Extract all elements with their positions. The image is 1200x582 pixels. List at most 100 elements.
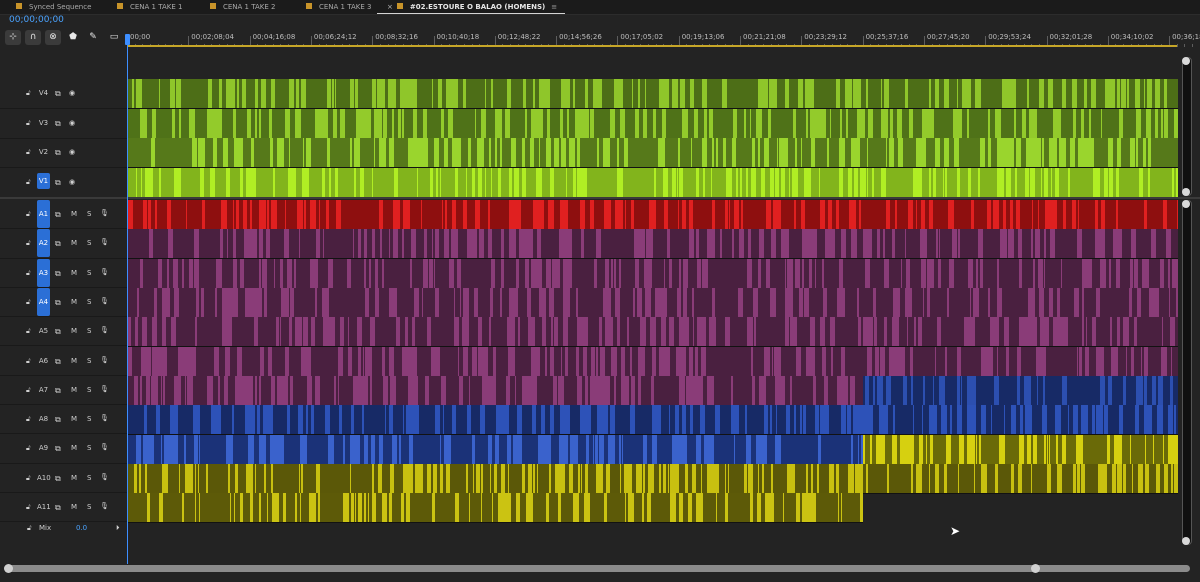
tab-menu-icon[interactable]: ≡ <box>551 3 557 11</box>
sync-lock-icon[interactable]: ⧉ <box>55 239 61 249</box>
mute-button[interactable]: M <box>71 239 77 247</box>
solo-button[interactable]: S <box>87 239 91 247</box>
voice-over-mic-icon[interactable]: 🎙︎ <box>100 326 109 334</box>
audio-track-header[interactable]: 🔓︎ A11 ⧉ M S 🎙︎ <box>0 493 127 523</box>
track-lock-icon[interactable]: 🔓︎ <box>26 298 31 307</box>
audio-track-header[interactable]: 🔓︎ A9 ⧉ M S 🎙︎ <box>0 434 127 464</box>
mix-expand-icon[interactable]: ⏵︎ <box>116 524 120 533</box>
sync-lock-icon[interactable]: ⧉ <box>55 210 61 220</box>
mute-button[interactable]: M <box>71 357 77 365</box>
voice-over-mic-icon[interactable]: 🎙︎ <box>100 238 109 246</box>
track-lock-icon[interactable]: 🔓︎ <box>26 89 31 98</box>
clip-lane-a9-right[interactable] <box>863 435 1178 465</box>
mix-lock-icon[interactable]: 🔓︎ <box>27 524 32 533</box>
track-name[interactable]: A8 <box>37 415 50 423</box>
voice-over-mic-icon[interactable]: 🎙︎ <box>100 209 109 217</box>
video-track-header[interactable]: 🔓︎ V3 ⧉ ◉ <box>0 109 127 139</box>
mute-button[interactable]: M <box>71 415 77 423</box>
track-name[interactable]: A10 <box>37 474 51 482</box>
sync-lock-icon[interactable]: ⧉ <box>55 298 61 308</box>
video-track-header[interactable]: 🔓︎ V2 ⧉ ◉ <box>0 138 127 168</box>
track-lock-icon[interactable]: 🔓︎ <box>26 415 31 424</box>
clip-lane-a11[interactable] <box>128 493 863 523</box>
audio-track-header[interactable]: 🔓︎ A6 ⧉ M S 🎙︎ <box>0 347 127 376</box>
track-name[interactable]: A3 <box>37 258 50 287</box>
audio-track-header[interactable]: 🔓︎ A8 ⧉ M S 🎙︎ <box>0 405 127 435</box>
toggle-output-eye-icon[interactable]: ◉ <box>69 178 75 186</box>
sync-lock-icon[interactable]: ⧉ <box>55 178 61 188</box>
clip-lane-a7[interactable] <box>128 376 863 406</box>
playhead-timecode[interactable]: 00;00;00;00 <box>9 15 64 25</box>
sync-lock-icon[interactable]: ⧉ <box>55 269 61 279</box>
audio-track-header[interactable]: 🔓︎ A5 ⧉ M S 🎙︎ <box>0 317 127 347</box>
mute-button[interactable]: M <box>71 327 77 335</box>
solo-button[interactable]: S <box>87 357 91 365</box>
clip-lane-v1[interactable] <box>128 168 1178 198</box>
solo-button[interactable]: S <box>87 386 91 394</box>
sync-lock-icon[interactable]: ⧉ <box>55 474 61 484</box>
clip-lane-a10[interactable] <box>128 464 1178 494</box>
snap-magnet-icon[interactable]: ∩ <box>25 30 41 45</box>
sequence-tab[interactable]: × #02.ESTOURE O BALAO (HOMENS) ≡ <box>377 0 566 14</box>
voice-over-mic-icon[interactable]: 🎙︎ <box>100 356 109 364</box>
voice-over-mic-icon[interactable]: 🎙︎ <box>100 268 109 276</box>
solo-button[interactable]: S <box>87 415 91 423</box>
audio-track-header[interactable]: 🔓︎ A4 ⧉ M S 🎙︎ <box>0 287 127 318</box>
sequence-tab[interactable]: CENA 1 TAKE 1 <box>117 0 182 14</box>
track-name[interactable]: A5 <box>37 327 50 335</box>
track-lock-icon[interactable]: 🔓︎ <box>26 119 31 128</box>
toggle-output-eye-icon[interactable]: ◉ <box>69 89 75 97</box>
add-marker-icon[interactable]: ⬟ <box>65 30 81 45</box>
solo-button[interactable]: S <box>87 503 91 511</box>
track-name[interactable]: A4 <box>37 287 50 316</box>
nest-toggle-icon[interactable]: ⊹ <box>5 30 21 45</box>
voice-over-mic-icon[interactable]: 🎙︎ <box>100 473 109 481</box>
sync-lock-icon[interactable]: ⧉ <box>55 327 61 337</box>
video-vertical-scrollbar[interactable] <box>1182 57 1192 196</box>
scrollbar-handle-top[interactable] <box>1182 200 1190 208</box>
voice-over-mic-icon[interactable]: 🎙︎ <box>100 414 109 422</box>
video-track-header[interactable]: 🔓︎ V1 ⧉ ◉ <box>0 168 127 198</box>
track-name[interactable]: V3 <box>37 119 50 127</box>
clip-lane-a7-right[interactable] <box>863 376 1178 406</box>
track-lock-icon[interactable]: 🔓︎ <box>26 178 31 187</box>
sync-lock-icon[interactable]: ⧉ <box>55 415 61 425</box>
track-lock-icon[interactable]: 🔓︎ <box>26 269 31 278</box>
audio-track-header[interactable]: 🔓︎ A7 ⧉ M S 🎙︎ <box>0 376 127 406</box>
track-lock-icon[interactable]: 🔓︎ <box>26 357 31 366</box>
audio-vertical-scrollbar[interactable] <box>1182 200 1192 545</box>
track-lock-icon[interactable]: 🔓︎ <box>26 327 31 336</box>
horizontal-zoom-scrollbar[interactable] <box>4 564 1190 573</box>
mute-button[interactable]: M <box>71 269 77 277</box>
timeline-tracks-area[interactable] <box>128 50 1180 550</box>
clip-lane-a4[interactable] <box>128 288 1178 318</box>
zoom-handle-right[interactable] <box>1031 564 1040 573</box>
clip-lane-a5[interactable] <box>128 317 1178 347</box>
clip-lane-v2[interactable] <box>128 138 1178 168</box>
track-lock-icon[interactable]: 🔓︎ <box>26 444 31 453</box>
video-track-header[interactable]: 🔓︎ V4 ⧉ ◉ <box>0 79 127 109</box>
voice-over-mic-icon[interactable]: 🎙︎ <box>100 385 109 393</box>
track-name[interactable]: V2 <box>37 148 50 156</box>
captions-icon[interactable]: ▭ <box>106 30 122 45</box>
clip-lane-a9[interactable] <box>128 435 863 465</box>
scrollbar-handle-bottom[interactable] <box>1182 188 1190 196</box>
track-name[interactable]: A2 <box>37 229 50 258</box>
audio-track-header[interactable]: 🔓︎ A10 ⧉ M S 🎙︎ <box>0 464 127 493</box>
playhead-line[interactable] <box>127 40 128 564</box>
clip-lane-a8[interactable] <box>128 405 1178 435</box>
scrollbar-handle-top[interactable] <box>1182 57 1190 65</box>
track-lock-icon[interactable]: 🔓︎ <box>26 386 31 395</box>
clip-lane-v4[interactable] <box>128 79 1178 109</box>
solo-button[interactable]: S <box>87 327 91 335</box>
solo-button[interactable]: S <box>87 298 91 306</box>
track-lock-icon[interactable]: 🔓︎ <box>26 239 31 248</box>
track-name[interactable]: A6 <box>37 357 50 365</box>
solo-button[interactable]: S <box>87 474 91 482</box>
track-name[interactable]: V1 <box>37 173 50 189</box>
mute-button[interactable]: M <box>71 503 77 511</box>
sync-lock-icon[interactable]: ⧉ <box>55 89 61 99</box>
audio-track-header[interactable]: 🔓︎ A2 ⧉ M S 🎙︎ <box>0 229 127 259</box>
track-name[interactable]: A7 <box>37 386 50 394</box>
track-name[interactable]: A9 <box>37 444 50 452</box>
